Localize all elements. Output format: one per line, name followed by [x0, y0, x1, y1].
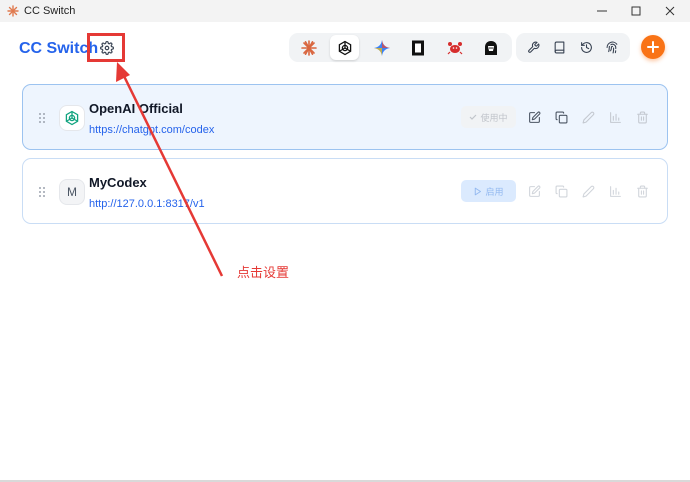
play-icon: [475, 187, 482, 195]
minimize-icon: [597, 10, 607, 12]
provider-switcher: [289, 33, 512, 62]
crab-icon: [447, 41, 462, 54]
provider-tab-opencode[interactable]: [403, 35, 432, 60]
copy-button[interactable]: [552, 182, 570, 200]
book-icon: [554, 41, 564, 54]
settings-highlight-box: [87, 33, 125, 62]
openai-icon: [65, 110, 79, 126]
openai-icon: [338, 40, 351, 55]
delete-button[interactable]: [633, 108, 651, 126]
close-icon: [665, 6, 675, 16]
delete-button[interactable]: [633, 182, 651, 200]
usage-button[interactable]: [606, 108, 624, 126]
provider-tab-crab[interactable]: [440, 35, 469, 60]
window-titlebar: CC Switch: [0, 0, 690, 22]
provider-url[interactable]: https://chatgpt.com/codex: [89, 124, 214, 136]
annotation-text: 点击设置: [237, 265, 290, 280]
trash-icon: [636, 185, 648, 197]
copy-icon: [555, 111, 567, 123]
provider-avatar: [59, 105, 85, 131]
plus-icon: [647, 41, 659, 53]
cc-switch-logo-icon: [7, 5, 19, 17]
edit-button[interactable]: [525, 182, 543, 200]
history-button[interactable]: [575, 37, 597, 58]
configure-button[interactable]: [579, 108, 597, 126]
window-title: CC Switch: [24, 5, 76, 17]
chart-icon: [609, 185, 621, 197]
provider-tab-claude[interactable]: [294, 35, 323, 60]
hacker-icon: [484, 40, 497, 55]
edit-icon: [528, 111, 540, 123]
drag-handle-icon[interactable]: [38, 186, 46, 198]
enable-label: 启用: [485, 186, 504, 197]
provider-url[interactable]: http://127.0.0.1:8317/v1: [89, 198, 205, 210]
drag-handle-icon[interactable]: [38, 112, 46, 124]
provider-name: MyCodex: [89, 175, 147, 190]
provider-card-openai-official[interactable]: OpenAI Official https://chatgpt.com/code…: [22, 84, 668, 150]
add-provider-button[interactable]: [641, 35, 665, 59]
provider-name: OpenAI Official: [89, 101, 183, 116]
edit-button[interactable]: [525, 108, 543, 126]
check-icon: [470, 114, 477, 120]
minimize-button[interactable]: [585, 0, 619, 22]
fingerprint-icon: [606, 41, 617, 54]
enable-button[interactable]: 启用: [461, 180, 516, 202]
pen-icon: [582, 111, 594, 123]
in-use-button: 使用中: [461, 106, 516, 128]
provider-card-mycodex[interactable]: M MyCodex http://127.0.0.1:8317/v1 启用: [22, 158, 668, 224]
configure-button[interactable]: [579, 182, 597, 200]
history-icon: [580, 42, 592, 53]
claude-icon: [300, 39, 317, 56]
edit-icon: [528, 185, 540, 197]
close-button[interactable]: [653, 0, 687, 22]
wrench-icon: [527, 41, 539, 53]
provider-tab-hacker[interactable]: [476, 35, 505, 60]
maximize-icon: [631, 6, 641, 16]
docs-button[interactable]: [548, 37, 570, 58]
usage-button[interactable]: [606, 182, 624, 200]
toolbar: [516, 33, 630, 62]
tools-button[interactable]: [522, 37, 544, 58]
pen-icon: [582, 185, 594, 197]
annotation-arrow: [116, 62, 224, 277]
opencode-icon: [411, 40, 424, 55]
in-use-label: 使用中: [480, 112, 508, 123]
maximize-button[interactable]: [619, 0, 653, 22]
gemini-icon: [373, 39, 390, 56]
fingerprint-button[interactable]: [601, 37, 623, 58]
copy-icon: [555, 185, 567, 197]
provider-avatar: M: [59, 179, 85, 205]
trash-icon: [636, 111, 648, 123]
provider-tab-gemini[interactable]: [367, 35, 396, 60]
chart-icon: [609, 111, 621, 123]
copy-button[interactable]: [552, 108, 570, 126]
provider-tab-openai[interactable]: [330, 35, 359, 60]
